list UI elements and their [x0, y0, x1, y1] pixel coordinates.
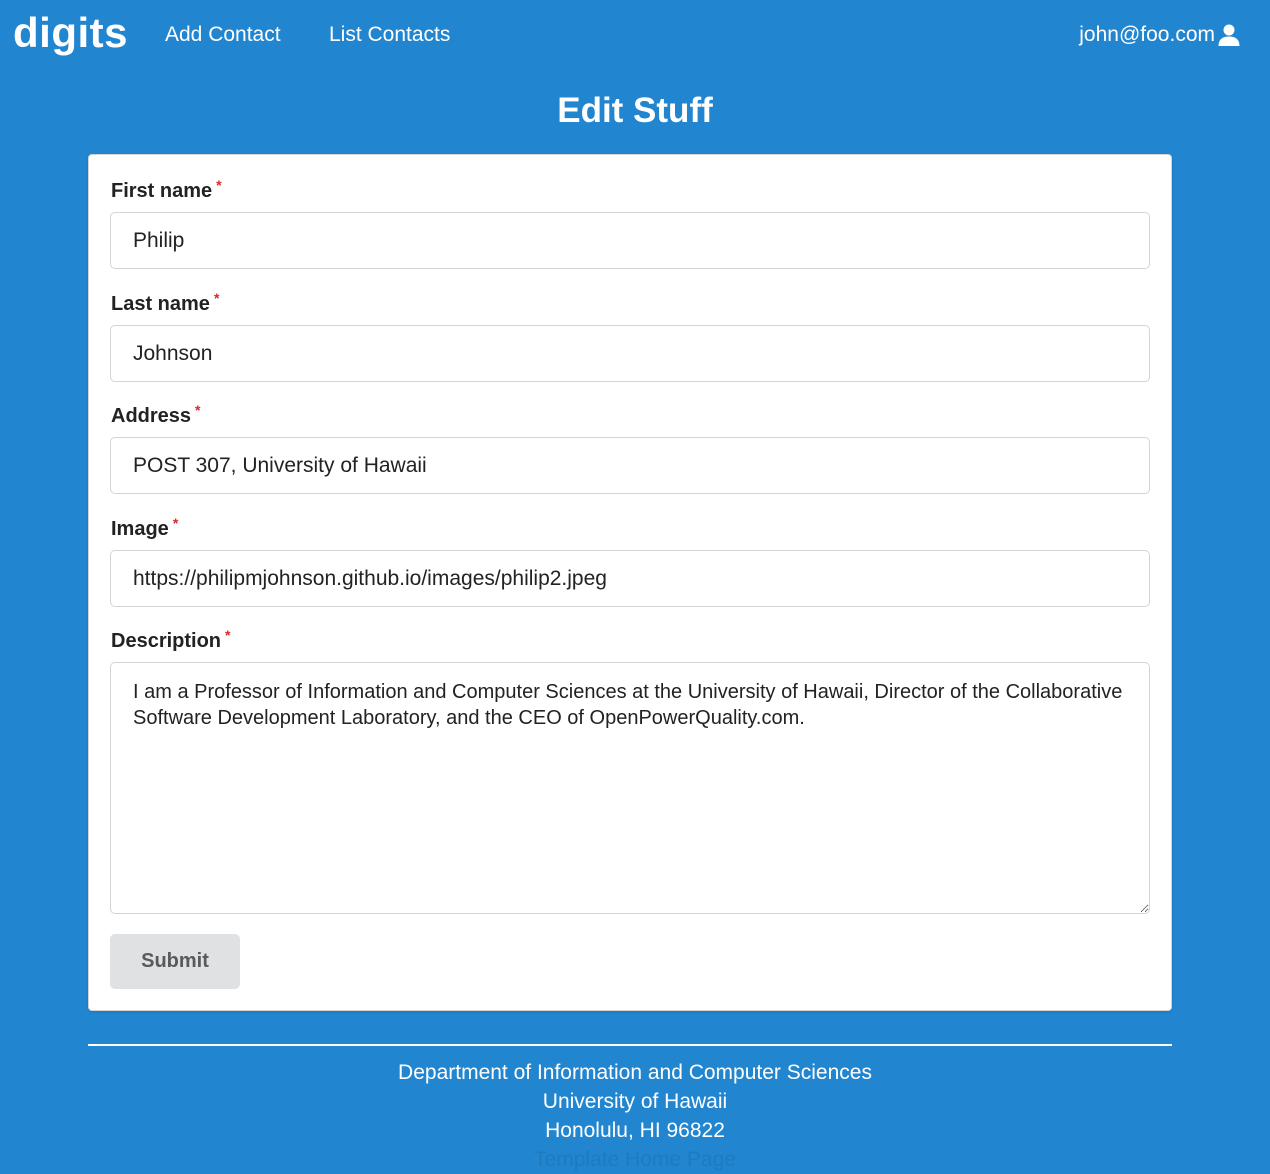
edit-contact-form: First name* Last name* Address* Image* D…: [88, 154, 1172, 1011]
user-email: john@foo.com: [1079, 23, 1215, 46]
user-menu-dropdown[interactable]: john@foo.com: [1079, 21, 1241, 49]
footer-city: Honolulu, HI 96822: [545, 1119, 725, 1142]
address-label: Address *: [111, 402, 201, 429]
submit-button[interactable]: Submit: [110, 934, 240, 989]
image-label: Image *: [111, 515, 179, 542]
last-name-label-text: Last name: [111, 293, 210, 315]
image-url-input[interactable]: [110, 550, 1150, 607]
image-label-text: Image: [111, 518, 169, 540]
top-navbar: digits Add Contact List Contacts john@fo…: [0, 0, 1270, 70]
address-input[interactable]: [110, 437, 1150, 494]
brand-logo-link[interactable]: digits: [13, 7, 128, 59]
user-icon: [1218, 24, 1240, 46]
description-label: Description *: [111, 627, 231, 654]
required-marker: *: [172, 515, 179, 531]
page-footer: Department of Information and Computer S…: [0, 1058, 1270, 1174]
required-marker: *: [195, 402, 201, 418]
footer-university: University of Hawaii: [542, 1090, 728, 1113]
template-home-page-link[interactable]: Template Home Page: [0, 1145, 1270, 1174]
address-label-text: Address: [111, 405, 192, 427]
first-name-input[interactable]: [110, 212, 1150, 269]
footer-divider: [88, 1044, 1172, 1046]
footer-department: Department of Information and Computer S…: [398, 1061, 872, 1084]
last-name-input[interactable]: [110, 325, 1150, 382]
required-marker: *: [213, 290, 220, 306]
nav-add-contact-link[interactable]: Add Contact: [165, 21, 281, 49]
description-textarea[interactable]: I am a Professor of Information and Comp…: [110, 662, 1150, 914]
page-title: Edit Stuff: [557, 91, 713, 130]
nav-list-contacts-link[interactable]: List Contacts: [329, 21, 450, 49]
first-name-label-text: First name: [111, 180, 213, 202]
last-name-label: Last name *: [111, 290, 220, 317]
description-label-text: Description: [111, 630, 222, 652]
first-name-label: First name *: [111, 177, 222, 204]
required-marker: *: [216, 177, 222, 193]
required-marker: *: [225, 627, 231, 643]
